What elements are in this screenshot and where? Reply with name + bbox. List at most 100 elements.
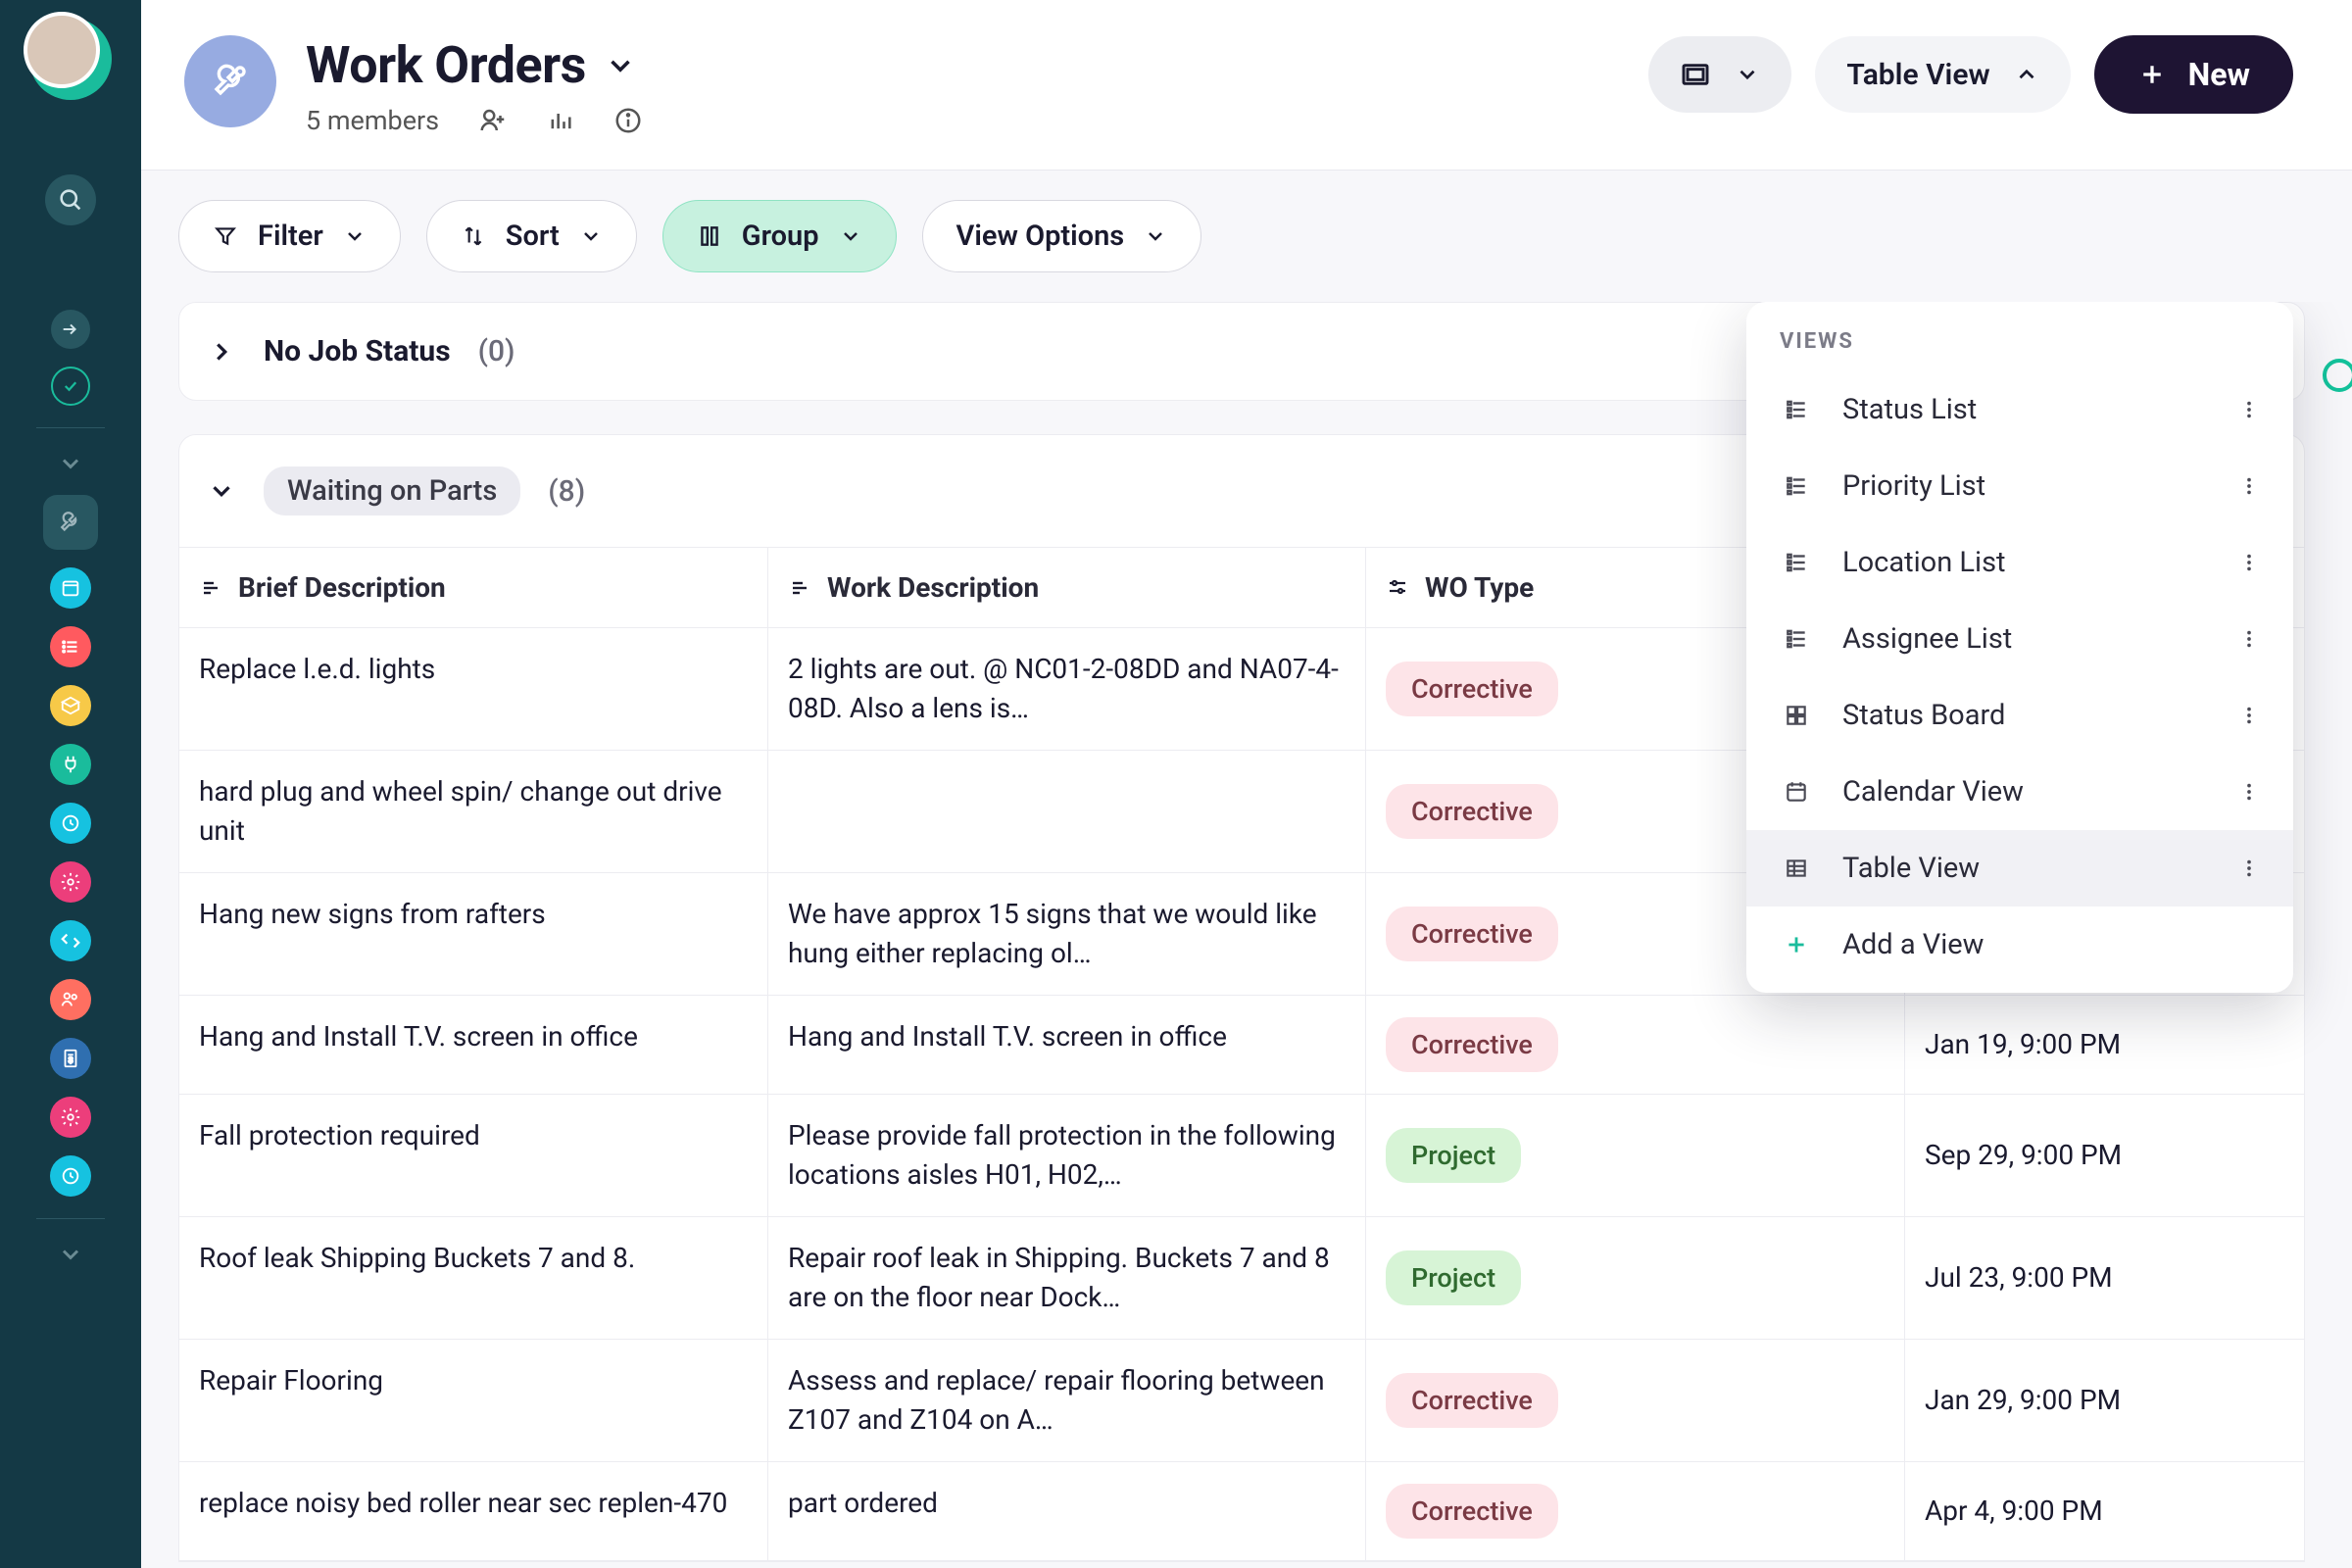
group-icon [697, 223, 722, 249]
list-icon [1780, 626, 1813, 652]
loading-indicator-icon [2323, 359, 2352, 392]
chevron-down-icon[interactable] [57, 450, 84, 477]
add-view-item[interactable]: Add a View [1746, 906, 2293, 983]
view-options-button[interactable]: View Options [922, 200, 1202, 272]
cell-date: Jan 29, 9:00 PM [1904, 1340, 2304, 1461]
cell-date: Jul 23, 9:00 PM [1904, 1217, 2304, 1339]
more-icon[interactable] [2238, 475, 2260, 497]
search-button[interactable] [45, 174, 96, 225]
filter-icon [213, 223, 238, 249]
new-button[interactable]: New [2094, 35, 2293, 114]
cell-date: Sep 29, 9:00 PM [1904, 1095, 2304, 1216]
table-toolbar: Filter Sort Group View Options [141, 171, 2352, 302]
view-item-label: Location List [1842, 546, 2006, 579]
more-icon[interactable] [2238, 628, 2260, 650]
chevron-down-icon[interactable] [604, 49, 637, 82]
info-icon[interactable] [613, 106, 643, 135]
cell-work: Assess and replace/ repair flooring betw… [767, 1340, 1365, 1461]
table-icon [1780, 856, 1813, 881]
view-switcher[interactable]: Table View [1815, 36, 2070, 113]
add-member-icon[interactable] [478, 106, 508, 135]
calendar-icon [1780, 779, 1813, 805]
cell-work: We have approx 15 signs that we would li… [767, 873, 1365, 995]
chevron-down-icon[interactable] [57, 1241, 84, 1268]
cell-wo-type: Project [1365, 1095, 1904, 1216]
cell-work: 2 lights are out. @ NC01-2-08DD and NA07… [767, 628, 1365, 750]
view-item-label: Calendar View [1842, 775, 2024, 808]
text-icon [199, 576, 222, 600]
more-icon[interactable] [2238, 552, 2260, 573]
collapse-button[interactable] [51, 310, 90, 349]
chevron-down-icon [839, 224, 862, 248]
wo-type-pill: Corrective [1386, 1484, 1558, 1539]
table-row[interactable]: Hang and Install T.V. screen in officeHa… [179, 996, 2304, 1095]
cell-brief: Fall protection required [179, 1095, 767, 1216]
view-item-status-board[interactable]: Status Board [1746, 677, 2293, 754]
view-item-status-list[interactable]: Status List [1746, 371, 2293, 448]
table-row[interactable]: Roof leak Shipping Buckets 7 and 8.Repai… [179, 1217, 2304, 1340]
view-item-label: Table View [1842, 852, 1980, 885]
col-work[interactable]: Work Description [767, 548, 1365, 627]
chevron-down-icon [579, 224, 603, 248]
filter-button[interactable]: Filter [178, 200, 401, 272]
nav-gear[interactable] [50, 861, 91, 903]
nav-clock[interactable] [50, 803, 91, 844]
rail-separator [36, 427, 105, 428]
activity-icon[interactable] [547, 107, 574, 134]
nav-doc[interactable]: $ [50, 1038, 91, 1079]
nav-people[interactable] [50, 979, 91, 1020]
work-orders-nav[interactable] [43, 495, 98, 550]
nav-calendar[interactable] [50, 567, 91, 609]
chevron-down-icon [1735, 62, 1760, 87]
more-icon[interactable] [2238, 705, 2260, 726]
nav-list[interactable] [50, 626, 91, 667]
cell-wo-type: Corrective [1365, 1340, 1904, 1461]
plus-icon [1780, 932, 1813, 957]
group-count: (0) [478, 334, 515, 368]
page-title: Work Orders [306, 35, 586, 95]
board-icon [1780, 703, 1813, 728]
cell-work: Please provide fall protection in the fo… [767, 1095, 1365, 1216]
chevron-up-icon [2014, 62, 2039, 87]
view-item-calendar-view[interactable]: Calendar View [1746, 754, 2293, 830]
more-icon[interactable] [2238, 858, 2260, 879]
nav-box[interactable] [50, 685, 91, 726]
wo-type-pill: Project [1386, 1250, 1521, 1305]
check-button[interactable] [51, 367, 90, 406]
view-item-assignee-list[interactable]: Assignee List [1746, 601, 2293, 677]
group-name-badge: Waiting on Parts [264, 466, 520, 515]
nav-plug[interactable] [50, 744, 91, 785]
cell-brief: Repair Flooring [179, 1340, 767, 1461]
cell-brief: Roof leak Shipping Buckets 7 and 8. [179, 1217, 767, 1339]
nav-swap[interactable] [50, 920, 91, 961]
table-row[interactable]: replace noisy bed roller near sec replen… [179, 1462, 2304, 1561]
rail-separator [36, 1218, 105, 1219]
view-item-table-view[interactable]: Table View [1746, 830, 2293, 906]
plus-icon [2137, 60, 2167, 89]
view-item-priority-list[interactable]: Priority List [1746, 448, 2293, 524]
chevron-down-icon [207, 476, 236, 506]
sort-button[interactable]: Sort [426, 200, 637, 272]
layout-icon [1680, 59, 1711, 90]
wo-type-pill: Project [1386, 1128, 1521, 1183]
cell-wo-type: Project [1365, 1217, 1904, 1339]
table-row[interactable]: Repair FlooringAssess and replace/ repai… [179, 1340, 2304, 1462]
cell-work [767, 751, 1365, 872]
group-button[interactable]: Group [662, 200, 897, 272]
layout-picker[interactable] [1648, 36, 1791, 113]
more-icon[interactable] [2238, 399, 2260, 420]
cell-work: Repair roof leak in Shipping. Buckets 7 … [767, 1217, 1365, 1339]
more-icon[interactable] [2238, 781, 2260, 803]
col-brief[interactable]: Brief Description [179, 548, 767, 627]
user-avatar[interactable] [29, 18, 112, 100]
nav-gear2[interactable] [50, 1097, 91, 1138]
svg-text:$: $ [69, 1056, 74, 1065]
members-label[interactable]: 5 members [306, 105, 439, 136]
nav-clock2[interactable] [50, 1155, 91, 1197]
table-row[interactable]: Fall protection requiredPlease provide f… [179, 1095, 2304, 1217]
view-item-label: Priority List [1842, 469, 1985, 503]
chevron-down-icon [343, 224, 367, 248]
view-item-location-list[interactable]: Location List [1746, 524, 2293, 601]
view-item-label: Status List [1842, 393, 1977, 426]
cell-wo-type: Corrective [1365, 996, 1904, 1094]
